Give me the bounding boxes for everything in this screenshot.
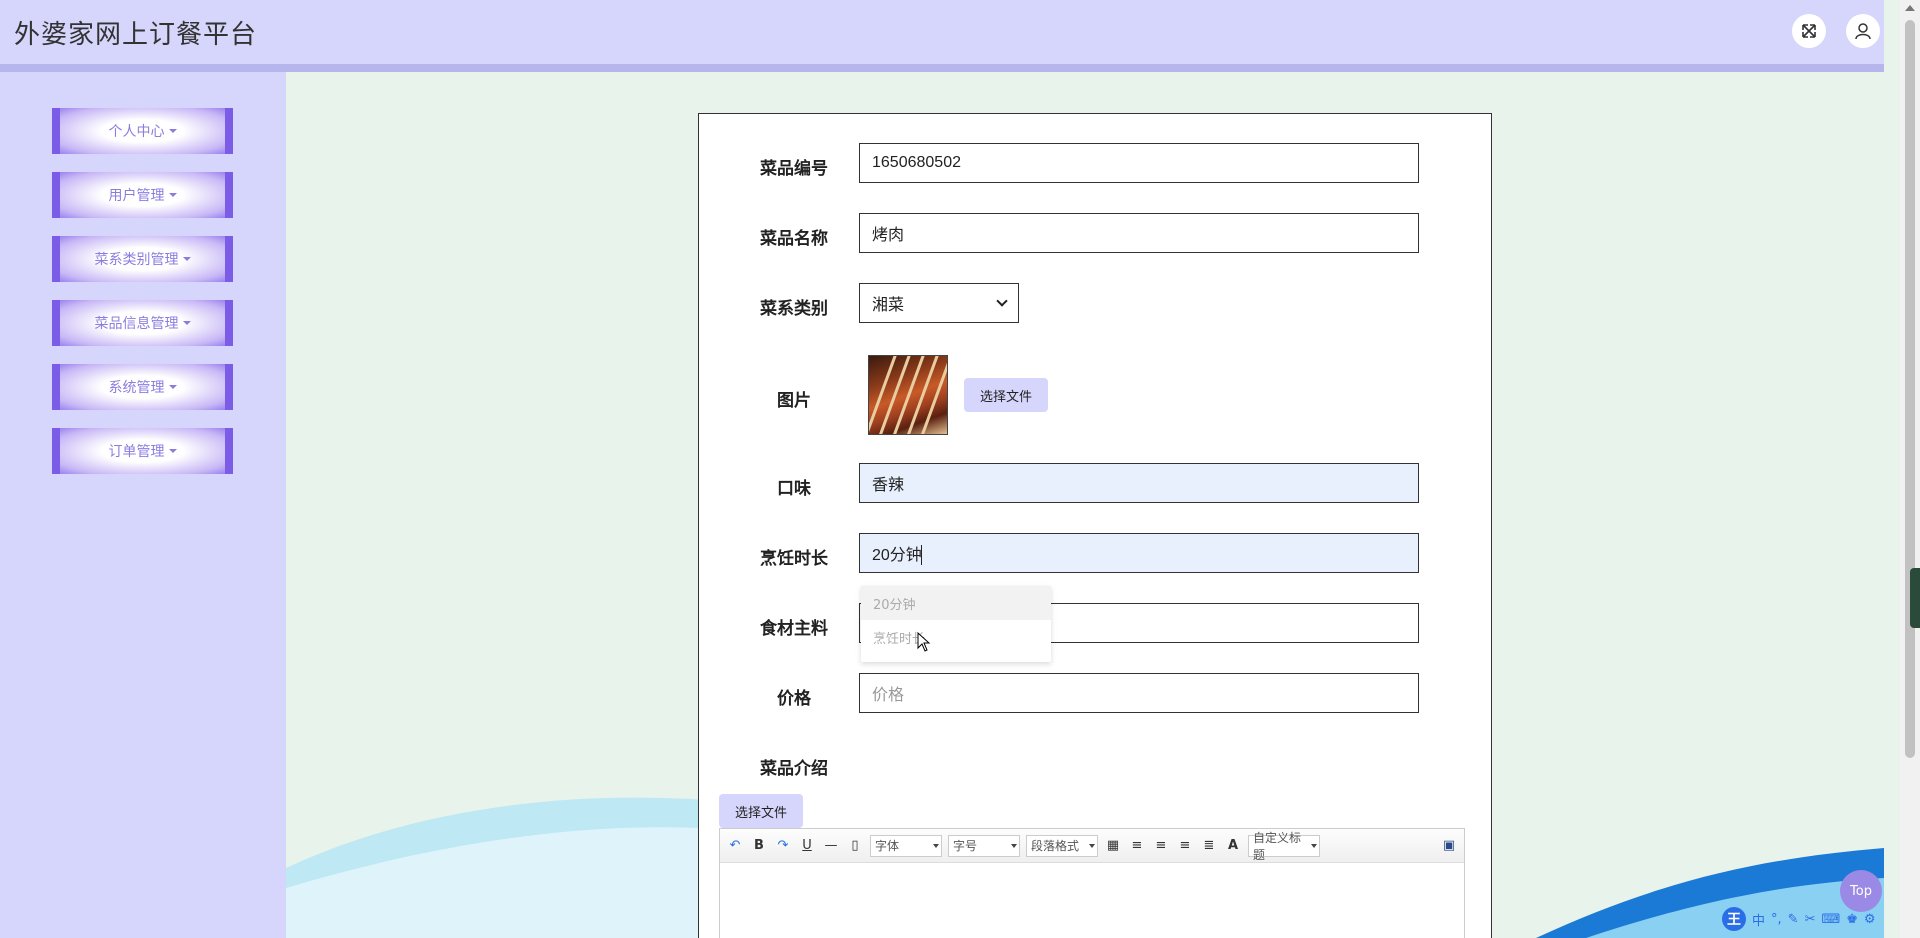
bold-icon[interactable]: B [750,837,768,855]
dish-form: 菜品编号 1650680502 菜品名称 烤肉 菜系类别 湘菜 图片 选择文件 … [698,113,1492,938]
cook-time-input[interactable]: 20分钟 [859,533,1419,573]
cuisine-select[interactable]: 湘菜 [859,283,1019,323]
font-family-label: 字体 [875,839,900,853]
settings-icon[interactable]: ⚙ [1864,912,1876,927]
expand-icon [1802,24,1816,38]
align-justify-icon[interactable]: ≣ [1200,837,1218,855]
autocomplete-dropdown: 20分钟 烹饪时长 [861,586,1051,662]
caret-down-icon [168,449,177,453]
autocomplete-item[interactable]: 20分钟 [861,586,1051,620]
price-input[interactable]: 价格 [859,673,1419,713]
page-scrollbar[interactable] [1900,0,1920,938]
punctuation-icon[interactable]: °, [1771,912,1782,927]
custom-title-select[interactable]: 自定义标题 [1248,831,1320,862]
font-size-label: 字号 [953,839,978,853]
app-title: 外婆家网上订餐平台 [14,20,258,50]
sidebar-item-label: 菜品信息管理 [94,316,179,332]
intro-label: 菜品介绍 [760,759,828,779]
user-button[interactable] [1846,14,1880,48]
header-divider [0,64,1884,72]
sidebar-item-label: 系统管理 [108,380,165,396]
align-center-icon[interactable]: ≡ [1176,837,1194,855]
sidebar-item-personal-center[interactable]: 个人中心 [52,108,233,154]
sidebar-item-label: 个人中心 [108,124,165,140]
dish-name-input[interactable]: 烤肉 [859,213,1419,253]
redo-icon[interactable]: ↷ [774,837,792,855]
sidebar-item-cuisine-category[interactable]: 菜系类别管理 [52,236,233,282]
price-label: 价格 [777,689,811,709]
sidebar: 个人中心 用户管理 菜系类别管理 菜品信息管理 系统管理 订单管理 [0,72,286,938]
dish-image [868,355,948,435]
sidebar-item-user-management[interactable]: 用户管理 [52,172,233,218]
editor-toolbar: ↶ B ↷ U — ▯ 字体 字号 段落格式 ▦ ≡ ≡ ≡ ≣ A 自定义标题… [720,829,1464,863]
caret-down-icon [182,321,191,325]
source-code-icon[interactable]: ▣ [1440,837,1458,855]
font-size-select[interactable]: 字号 [948,834,1020,857]
table-icon[interactable]: ▦ [1104,837,1122,855]
app-header: 外婆家网上订餐平台 [0,0,1884,64]
align-right-icon[interactable]: ≡ [1152,837,1170,855]
side-panel-tab[interactable] [1910,568,1920,628]
sidebar-item-label: 用户管理 [108,188,165,204]
custom-title-label: 自定义标题 [1253,830,1302,862]
fullscreen-button[interactable] [1792,14,1826,48]
choose-image-button[interactable]: 选择文件 [964,378,1049,412]
sidebar-item-label: 订单管理 [108,444,165,460]
sidebar-item-system[interactable]: 系统管理 [52,364,233,410]
page-icon[interactable]: ▯ [846,837,864,855]
caret-down-icon [168,129,177,133]
image-label: 图片 [777,391,811,411]
align-left-icon[interactable]: ≡ [1128,837,1146,855]
autocomplete-item[interactable]: 烹饪时长 [861,620,1051,654]
skin-icon[interactable]: ♚ [1846,912,1858,927]
dish-no-input[interactable]: 1650680502 [859,143,1419,183]
chevron-down-icon [996,295,1008,307]
cuisine-label: 菜系类别 [760,299,828,319]
taste-input[interactable]: 香辣 [859,463,1419,503]
choose-file-button[interactable]: 选择文件 [719,794,804,828]
scissors-icon[interactable]: ✂ [1805,912,1816,927]
dish-name-label: 菜品名称 [760,229,828,249]
ime-logo-icon[interactable]: 王 [1722,907,1746,931]
scrollbar-thumb[interactable] [1905,20,1915,758]
font-color-icon[interactable]: A [1224,837,1242,855]
ime-mode-indicator[interactable]: 中 [1752,910,1765,929]
mouse-cursor-icon [917,632,931,652]
sidebar-item-dish-info[interactable]: 菜品信息管理 [52,300,233,346]
rich-text-editor[interactable]: ↶ B ↷ U — ▯ 字体 字号 段落格式 ▦ ≡ ≡ ≡ ≣ A 自定义标题… [719,828,1465,938]
caret-down-icon [182,257,191,261]
paragraph-label: 段落格式 [1031,839,1080,853]
user-icon [1855,23,1871,40]
pen-icon[interactable]: ✎ [1788,912,1799,927]
caret-down-icon [168,385,177,389]
ime-toolbar: 王 中 °, ✎ ✂ ⌨ ♚ ⚙ [1722,906,1892,932]
text-caret [921,545,922,565]
scroll-up-icon[interactable] [1905,5,1915,11]
ingredients-label: 食材主料 [760,619,828,639]
dish-no-label: 菜品编号 [760,159,828,179]
paragraph-select[interactable]: 段落格式 [1026,834,1098,857]
cuisine-selected: 湘菜 [872,295,905,314]
horizontal-rule-icon[interactable]: — [822,837,840,855]
font-family-select[interactable]: 字体 [870,834,942,857]
cook-time-label: 烹饪时长 [760,549,828,569]
sidebar-item-orders[interactable]: 订单管理 [52,428,233,474]
keyboard-icon[interactable]: ⌨ [1821,912,1840,927]
taste-label: 口味 [777,479,811,499]
caret-down-icon [168,193,177,197]
sidebar-item-label: 菜系类别管理 [94,252,179,268]
undo-icon[interactable]: ↶ [726,837,744,855]
underline-icon[interactable]: U [798,837,816,855]
main-content: 菜品编号 1650680502 菜品名称 烤肉 菜系类别 湘菜 图片 选择文件 … [286,72,1884,938]
